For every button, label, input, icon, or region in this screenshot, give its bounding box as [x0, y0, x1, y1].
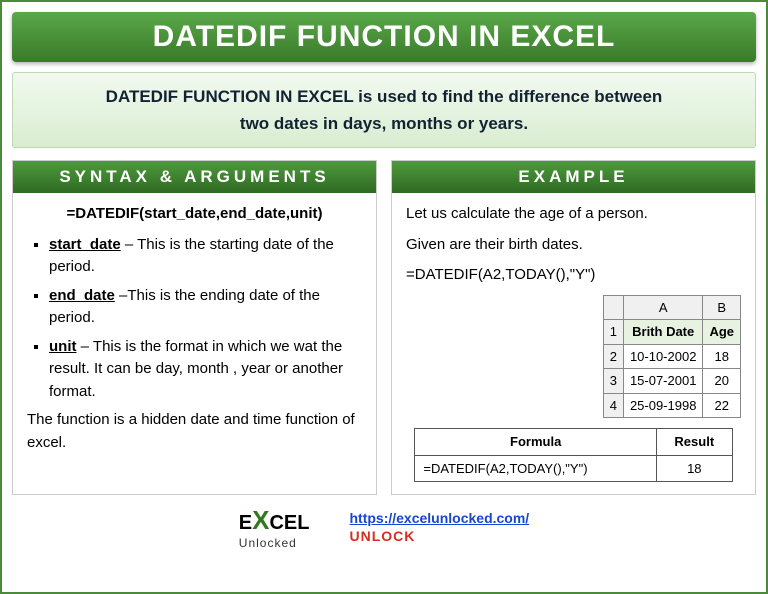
arg-name: start_date	[49, 236, 121, 253]
site-link[interactable]: https://excelunlocked.com/	[349, 510, 529, 526]
example-header: EXAMPLE	[392, 161, 755, 193]
intro-banner: DATEDIF FUNCTION IN EXCEL is used to fin…	[12, 72, 756, 148]
example-intro-1: Let us calculate the age of a person.	[406, 203, 741, 226]
sheet-header-age: Age	[703, 320, 741, 345]
argument-list: start_date – This is the starting date o…	[27, 234, 362, 404]
sheet-cell: 25-09-1998	[623, 393, 703, 418]
example-spreadsheet: A B 1 Brith Date Age 2 10-10-2002 18 3 1…	[603, 295, 741, 419]
syntax-formula: =DATEDIF(start_date,end_date,unit)	[27, 203, 362, 226]
logo-subtext: Unlocked	[239, 536, 310, 550]
arg-start-date: start_date – This is the starting date o…	[49, 234, 362, 279]
sheet-cell: 22	[703, 393, 741, 418]
footer: EXCEL Unlocked https://excelunlocked.com…	[12, 505, 756, 550]
result-header-formula: Formula	[415, 429, 657, 456]
logo-text-post: CEL	[269, 512, 309, 534]
sheet-cell: 18	[703, 344, 741, 369]
sheet-row-n: 3	[603, 369, 623, 394]
syntax-panel: SYNTAX & ARGUMENTS =DATEDIF(start_date,e…	[12, 160, 377, 495]
sheet-cell: 10-10-2002	[623, 344, 703, 369]
logo-text-pre: E	[239, 512, 252, 534]
logo: EXCEL Unlocked	[239, 505, 310, 550]
sheet-col-a: A	[623, 295, 703, 320]
intro-text-1: is used to find the difference between	[353, 87, 662, 106]
arg-desc: – This is the format in which we wat the…	[49, 338, 343, 400]
result-formula: =DATEDIF(A2,TODAY(),"Y")	[415, 455, 657, 482]
arg-name: end_date	[49, 287, 115, 304]
sheet-corner	[603, 295, 623, 320]
arg-unit: unit – This is the format in which we wa…	[49, 336, 362, 404]
result-table: Formula Result =DATEDIF(A2,TODAY(),"Y") …	[414, 428, 732, 482]
sheet-header-date: Brith Date	[623, 320, 703, 345]
arg-name: unit	[49, 338, 77, 355]
logo-x-icon: X	[252, 505, 269, 535]
sheet-row-1: 1	[603, 320, 623, 345]
example-formula: =DATEDIF(A2,TODAY(),"Y")	[406, 264, 741, 287]
example-intro-2: Given are their birth dates.	[406, 234, 741, 257]
unlock-label: UNLOCK	[349, 528, 415, 544]
example-panel: EXAMPLE Let us calculate the age of a pe…	[391, 160, 756, 495]
sheet-cell: 20	[703, 369, 741, 394]
sheet-row-n: 4	[603, 393, 623, 418]
result-value: 18	[656, 455, 732, 482]
sheet-row-n: 2	[603, 344, 623, 369]
page-title: DATEDIF FUNCTION IN EXCEL	[12, 12, 756, 62]
intro-text-2: two dates in days, months or years.	[240, 114, 528, 133]
intro-strong: DATEDIF FUNCTION IN EXCEL	[106, 87, 354, 106]
result-header-result: Result	[656, 429, 732, 456]
syntax-note: The function is a hidden date and time f…	[27, 409, 362, 454]
syntax-header: SYNTAX & ARGUMENTS	[13, 161, 376, 193]
arg-end-date: end_date –This is the ending date of the…	[49, 285, 362, 330]
sheet-cell: 15-07-2001	[623, 369, 703, 394]
sheet-col-b: B	[703, 295, 741, 320]
